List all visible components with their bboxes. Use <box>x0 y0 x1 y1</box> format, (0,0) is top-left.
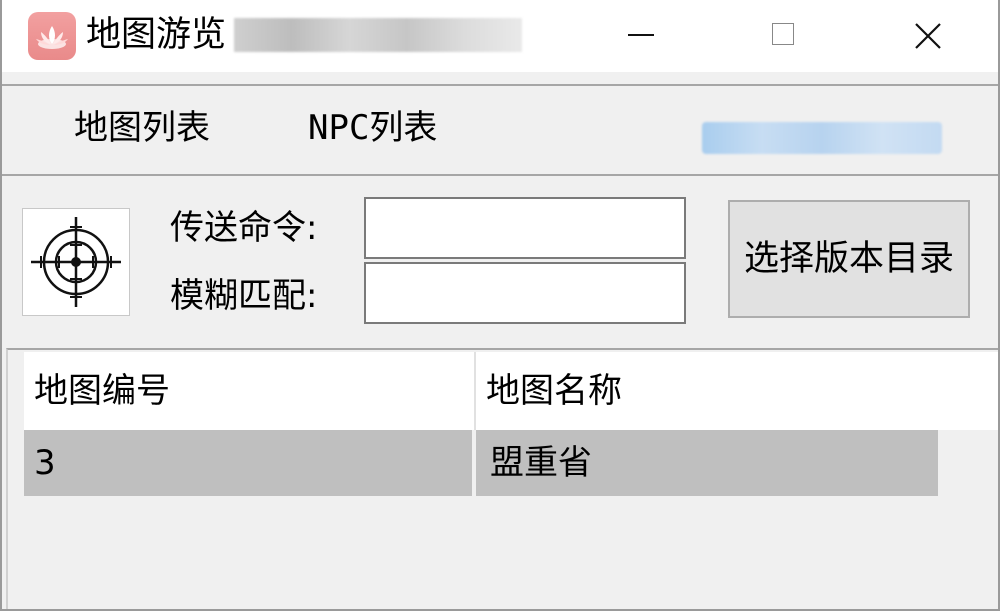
redacted-title-suffix <box>234 18 522 52</box>
main-window: 地图游览 地图列表 NPC列表 传送命令: 模糊匹配: 选择版本目录 地图编号 … <box>0 0 1000 611</box>
window-title: 地图游览 <box>86 15 227 55</box>
cell-map-name: 盟重省 <box>490 443 592 483</box>
crosshair-icon <box>31 217 121 307</box>
lotus-icon <box>28 12 76 60</box>
column-header-map-id[interactable]: 地图编号 <box>24 352 476 430</box>
fuzzy-match-label: 模糊匹配: <box>170 276 318 316</box>
fuzzy-match-input[interactable] <box>364 262 686 324</box>
column-header-map-name[interactable]: 地图名称 <box>476 352 938 430</box>
select-version-directory-button[interactable]: 选择版本目录 <box>728 200 970 318</box>
title-bar[interactable]: 地图游览 <box>2 0 998 72</box>
menu-item-map-list[interactable]: 地图列表 <box>74 106 210 150</box>
close-button[interactable] <box>858 0 998 72</box>
teleport-command-input[interactable] <box>364 197 686 259</box>
menu-bar: 地图列表 NPC列表 <box>2 86 998 174</box>
teleport-command-label: 传送命令: <box>170 208 318 248</box>
map-table: 地图编号 地图名称 3 盟重省 <box>6 348 998 609</box>
menu-item-npc-list[interactable]: NPC列表 <box>308 106 437 150</box>
target-button[interactable] <box>22 208 130 316</box>
table-header: 地图编号 地图名称 <box>24 352 938 430</box>
table-header-filler <box>938 352 998 430</box>
close-icon <box>915 23 941 49</box>
menu-separator <box>2 174 998 176</box>
minimize-button[interactable] <box>572 0 712 72</box>
maximize-icon <box>772 23 794 45</box>
minimize-icon <box>628 34 654 36</box>
table-row[interactable]: 3 盟重省 <box>24 430 938 496</box>
redacted-link <box>702 122 942 154</box>
maximize-button[interactable] <box>714 0 854 72</box>
cell-map-id: 3 <box>24 430 476 496</box>
